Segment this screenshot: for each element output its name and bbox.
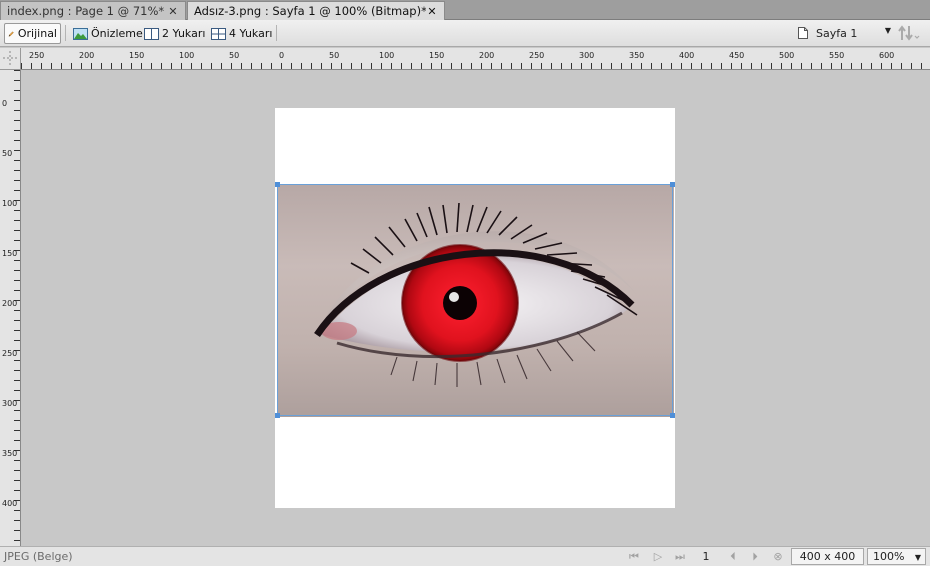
ruler-label: 400 [2, 499, 17, 508]
document-page[interactable] [275, 108, 675, 508]
ruler-label: 350 [2, 449, 17, 458]
toolbar-divider [276, 25, 277, 41]
resize-handle[interactable] [275, 413, 280, 418]
status-bar: JPEG (Belge) ⏮ ▷ ⏭ 1 ⏴ ⏵ ⊗ 400 x 400 100… [0, 546, 930, 566]
four-up-label: 4 Yukarı [229, 27, 273, 40]
ruler-label: 550 [829, 51, 844, 60]
ruler-label: 400 [679, 51, 694, 60]
four-up-icon [211, 27, 226, 40]
vertical-ruler[interactable]: 0 50 100 150 200 250 300 350 400 [0, 70, 21, 546]
view-toolbar: Orijinal Önizleme 2 Yukarı 4 Yukarı Sayf… [0, 20, 930, 47]
pencil-icon [8, 30, 14, 37]
ruler-label: 450 [729, 51, 744, 60]
ruler-label: 150 [2, 249, 17, 258]
ruler-label: 300 [579, 51, 594, 60]
close-icon[interactable]: ✕ [426, 5, 438, 18]
ruler-label: 350 [629, 51, 644, 60]
ruler-label: 200 [479, 51, 494, 60]
resize-handle[interactable] [670, 182, 675, 187]
horizontal-ruler[interactable]: 250 200 150 100 50 0 50 100 150 200 250 300 350 400 45… [21, 48, 930, 70]
page-select-value: Sayfa 1 [816, 26, 858, 40]
ruler-label: 50 [229, 51, 239, 60]
tab-label: index.png : Page 1 @ 71%* [7, 4, 165, 18]
original-view-button[interactable]: Orijinal [4, 23, 61, 44]
ruler-label: 100 [179, 51, 194, 60]
chevron-down-icon: ▼ [884, 26, 891, 35]
ruler-label: 150 [429, 51, 444, 60]
ruler-label: 250 [529, 51, 544, 60]
resize-handle[interactable] [670, 413, 675, 418]
current-page-number: 1 [702, 550, 710, 563]
ruler-label: 150 [129, 51, 144, 60]
zoom-select[interactable]: 100% ▼ [867, 548, 926, 565]
close-icon[interactable]: ✕ [167, 5, 179, 18]
image-preview-icon [73, 27, 88, 40]
last-page-icon[interactable]: ⏭ [672, 549, 688, 565]
tab-label: Adsız-3.png : Sayfa 1 @ 100% (Bitmap)* [194, 4, 426, 18]
toolbar-divider [65, 25, 66, 41]
ruler-label: 600 [879, 51, 894, 60]
original-view-label: Orijinal [17, 27, 57, 40]
two-up-label: 2 Yukarı [162, 27, 206, 40]
next-frame-icon[interactable]: ⏵ [747, 549, 763, 565]
ruler-origin-icon [3, 51, 17, 65]
export-arrows-icon[interactable] [898, 24, 924, 44]
four-up-button[interactable]: 4 Yukarı [208, 23, 275, 44]
ruler-corner[interactable] [0, 48, 21, 70]
resize-handle[interactable] [275, 182, 280, 187]
canvas-area[interactable] [22, 71, 930, 546]
two-up-icon [144, 27, 159, 40]
stop-icon[interactable]: ⊗ [770, 549, 786, 565]
ruler-label: 0 [279, 51, 284, 60]
ruler-label: 100 [2, 199, 17, 208]
page-select-dropdown[interactable]: Sayfa 1 ▼ [794, 23, 896, 43]
ruler-label: 200 [79, 51, 94, 60]
chevron-down-icon: ▼ [914, 553, 921, 562]
ruler-label: 0 [2, 99, 7, 108]
ruler-label: 300 [2, 399, 17, 408]
ruler-label: 50 [2, 149, 12, 158]
preview-label: Önizleme [91, 27, 143, 40]
document-size-field[interactable]: 400 x 400 [791, 548, 864, 565]
selection-bounding-box[interactable] [275, 182, 675, 418]
document-type-status: JPEG (Belge) [4, 550, 73, 563]
preview-button[interactable]: Önizleme [70, 23, 146, 44]
ruler-label: 500 [779, 51, 794, 60]
zoom-value: 100% [873, 550, 905, 563]
play-icon[interactable]: ▷ [650, 549, 666, 565]
previous-frame-icon[interactable]: ⏴ [725, 549, 741, 565]
ruler-label: 200 [2, 299, 17, 308]
tab-index-png[interactable]: index.png : Page 1 @ 71%* ✕ [0, 1, 186, 20]
ruler-label: 250 [29, 51, 44, 60]
document-tab-bar: index.png : Page 1 @ 71%* ✕ Adsız-3.png … [0, 0, 930, 20]
ruler-label: 50 [329, 51, 339, 60]
first-page-icon[interactable]: ⏮ [626, 549, 642, 565]
tab-adsiz-3-png[interactable]: Adsız-3.png : Sayfa 1 @ 100% (Bitmap)* ✕ [187, 1, 445, 20]
ruler-label: 250 [2, 349, 17, 358]
two-up-button[interactable]: 2 Yukarı [141, 23, 208, 44]
page-icon [798, 27, 808, 39]
ruler-label: 100 [379, 51, 394, 60]
